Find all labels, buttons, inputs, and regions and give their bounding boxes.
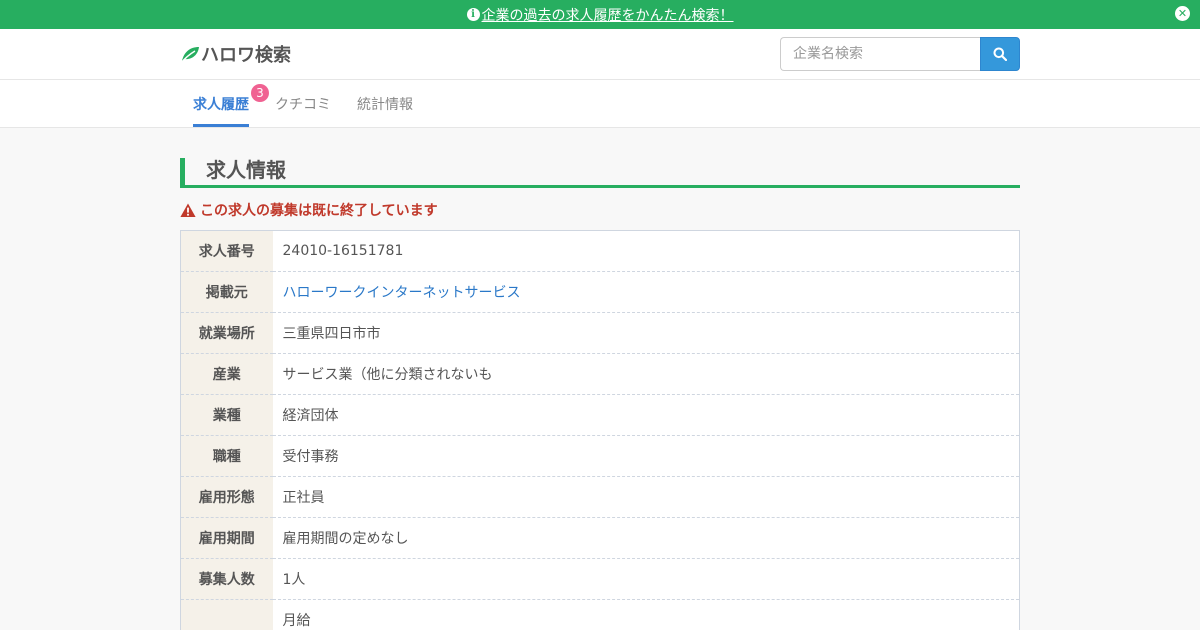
row-value: 受付事務 [272,435,1020,477]
row-value: 雇用期間の定めなし [272,517,1020,559]
row-value: ハローワークインターネットサービス [272,271,1020,313]
row-label: 求人番号 [180,230,273,272]
row-value: 三重県四日市市 [272,312,1020,354]
closed-alert: この求人の募集は既に終了しています [180,200,1020,220]
tab-job-history[interactable]: 求人履歴 3 [180,80,269,127]
site-logo[interactable]: ハロワ検索 [180,41,291,67]
row-label: 業種 [180,394,273,436]
search-icon [993,47,1007,61]
section-title: 求人情報 [180,158,1020,188]
table-row: 月給 [180,599,1020,630]
row-value: 正社員 [272,476,1020,518]
table-row: 職種 受付事務 [180,435,1020,477]
row-value: 24010-16151781 [272,230,1020,272]
tab-bar: 求人履歴 3 クチコミ 統計情報 [0,80,1200,128]
row-label: 就業場所 [180,312,273,354]
table-row: 業種 経済団体 [180,394,1020,436]
row-label: 雇用期間 [180,517,273,559]
row-label: 雇用形態 [180,476,273,518]
main-content: 求人情報 この求人の募集は既に終了しています 求人番号 24010-161517… [180,128,1020,630]
tab-label: クチコミ [275,96,331,113]
logo-text: ハロワ検索 [201,45,291,66]
job-info-table: 求人番号 24010-16151781 掲載元 ハローワークインターネットサービ… [180,230,1020,630]
banner-link[interactable]: 企業の過去の求人履歴をかんたん検索！ [482,5,734,25]
row-value: 月給 [272,599,1020,630]
table-row: 募集人数 1人 [180,558,1020,600]
warning-icon [180,203,196,217]
leaf-icon [180,47,199,64]
search-input[interactable] [780,37,980,71]
row-label [180,599,273,630]
tab-reviews[interactable]: クチコミ [262,80,344,127]
tab-label: 求人履歴 [193,96,249,113]
tab-statistics[interactable]: 統計情報 [344,80,426,127]
table-row: 求人番号 24010-16151781 [180,230,1020,272]
table-row: 雇用期間 雇用期間の定めなし [180,517,1020,559]
row-value: 1人 [272,558,1020,600]
table-row: 産業 サービス業（他に分類されないも [180,353,1020,395]
close-icon[interactable]: ✕ [1175,6,1190,21]
row-label: 職種 [180,435,273,477]
source-link[interactable]: ハローワークインターネットサービス [283,285,521,301]
table-row: 就業場所 三重県四日市市 [180,312,1020,354]
table-row: 掲載元 ハローワークインターネットサービス [180,271,1020,313]
table-row: 雇用形態 正社員 [180,476,1020,518]
row-value: サービス業（他に分類されないも [272,353,1020,395]
alert-text: この求人の募集は既に終了しています [200,203,438,219]
row-value: 経済団体 [272,394,1020,436]
site-header: ハロワ検索 [0,29,1200,80]
search-button[interactable] [980,37,1020,71]
top-banner: i 企業の過去の求人履歴をかんたん検索！ ✕ [0,0,1200,29]
row-label: 掲載元 [180,271,273,313]
info-icon: i [466,8,480,21]
search-form [780,37,1020,71]
row-label: 募集人数 [180,558,273,600]
row-label: 産業 [180,353,273,395]
tab-label: 統計情報 [357,96,413,113]
